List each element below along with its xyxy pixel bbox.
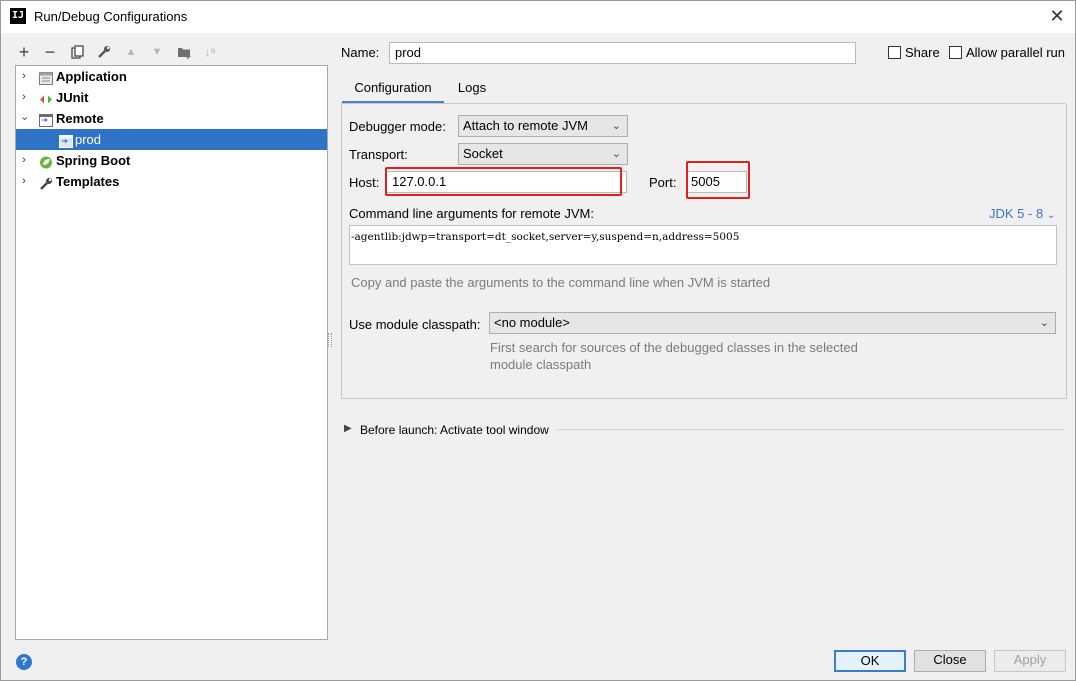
close-button[interactable]: Close	[914, 650, 986, 672]
expand-arrow-icon[interactable]: ›	[18, 171, 30, 192]
chevron-down-icon: ⌄	[1046, 210, 1056, 221]
port-highlight-box	[686, 161, 750, 199]
transport-select[interactable]: Socket ⌄	[458, 143, 628, 165]
tree-item-spring-boot[interactable]: › Spring Boot	[16, 150, 327, 171]
debugger-mode-label: Debugger mode:	[349, 119, 446, 134]
name-field[interactable]: prod	[389, 42, 856, 64]
tab-configuration[interactable]: Configuration	[342, 76, 444, 104]
intellij-app-icon: IJ	[10, 8, 26, 24]
application-icon	[39, 70, 53, 85]
command-line-hint: Copy and paste the arguments to the comm…	[351, 275, 771, 290]
tree-item-junit[interactable]: › JUnit	[16, 87, 327, 108]
chevron-down-icon: ⌄	[611, 120, 621, 132]
tree-item-prod[interactable]: prod	[16, 129, 327, 150]
module-classpath-value: <no module>	[494, 315, 570, 330]
spring-boot-icon	[39, 154, 53, 169]
tree-item-label: Application	[56, 69, 127, 84]
copy-icon[interactable]	[69, 41, 87, 63]
sort-icon[interactable]: ↓ᵃ	[201, 41, 219, 63]
wrench-icon[interactable]	[95, 41, 113, 63]
transport-label: Transport:	[349, 147, 408, 162]
module-hint-line2: module classpath	[490, 357, 592, 372]
chevron-down-icon: ⌄	[1039, 317, 1049, 329]
expand-arrow-icon[interactable]: ›	[18, 87, 30, 108]
tree-item-application[interactable]: › Application	[16, 66, 327, 87]
splitter-handle[interactable]	[328, 333, 332, 347]
share-checkbox[interactable]	[888, 46, 901, 59]
before-launch-label[interactable]: Before launch: Activate tool window	[360, 423, 549, 437]
tree-item-label: Spring Boot	[56, 153, 131, 168]
window-title: Run/Debug Configurations	[34, 9, 188, 24]
close-window-icon[interactable]: ✕	[1045, 5, 1069, 27]
module-hint-line1: First search for sources of the debugged…	[490, 340, 858, 355]
tree-item-label: prod	[75, 132, 102, 147]
module-classpath-label: Use module classpath:	[349, 317, 481, 332]
host-highlight-box	[385, 167, 622, 196]
port-label: Port:	[649, 175, 677, 190]
host-label: Host:	[349, 175, 380, 190]
expand-arrow-icon[interactable]: ›	[18, 66, 30, 87]
add-icon[interactable]: +	[15, 41, 33, 63]
remove-icon[interactable]: −	[41, 41, 59, 63]
junit-icon	[39, 91, 53, 104]
tree-item-label: Templates	[56, 174, 120, 189]
tree-item-templates[interactable]: › Templates	[16, 171, 327, 192]
share-label: Share	[905, 45, 940, 60]
command-line-args-field[interactable]: -agentlib:jdwp=transport=dt_socket,serve…	[349, 225, 1057, 265]
tree-item-label: JUnit	[56, 90, 89, 105]
config-tree: › Application › JUnit › Remote prod › Sp…	[15, 65, 328, 640]
remote-icon	[39, 112, 53, 127]
move-down-icon[interactable]: ▼	[148, 41, 166, 63]
expand-before-launch-icon[interactable]: ▶	[344, 423, 352, 434]
jdk-version-link[interactable]: JDK 5 - 8 ⌄	[989, 206, 1055, 221]
jdk-version-label: JDK 5 - 8	[989, 206, 1044, 221]
name-label: Name:	[341, 45, 380, 60]
debugger-mode-value: Attach to remote JVM	[463, 118, 588, 133]
remote-config-icon	[59, 133, 73, 148]
apply-button[interactable]: Apply	[994, 650, 1066, 672]
allow-parallel-label: Allow parallel run	[966, 45, 1065, 60]
wrench-icon	[39, 175, 53, 190]
run-debug-dialog: IJ Run/Debug Configurations ✕ + − ▲ ▼ ↓ᵃ…	[0, 0, 1076, 681]
chevron-down-icon: ⌄	[611, 148, 621, 160]
tree-item-remote[interactable]: › Remote	[16, 108, 327, 129]
title-bar: IJ Run/Debug Configurations ✕	[1, 1, 1075, 33]
debugger-mode-select[interactable]: Attach to remote JVM ⌄	[458, 115, 628, 137]
move-up-icon[interactable]: ▲	[122, 41, 140, 63]
transport-value: Socket	[463, 146, 503, 161]
command-line-label: Command line arguments for remote JVM:	[349, 206, 594, 221]
new-folder-icon[interactable]	[175, 41, 193, 63]
ok-button[interactable]: OK	[834, 650, 906, 672]
collapse-arrow-icon[interactable]: ›	[14, 113, 35, 125]
before-launch-separator	[557, 429, 1063, 430]
tab-logs[interactable]: Logs	[448, 76, 496, 104]
tree-item-label: Remote	[56, 111, 104, 126]
expand-arrow-icon[interactable]: ›	[18, 150, 30, 171]
allow-parallel-checkbox[interactable]	[949, 46, 962, 59]
help-icon[interactable]: ?	[16, 654, 32, 670]
module-classpath-select[interactable]: <no module> ⌄	[489, 312, 1056, 334]
